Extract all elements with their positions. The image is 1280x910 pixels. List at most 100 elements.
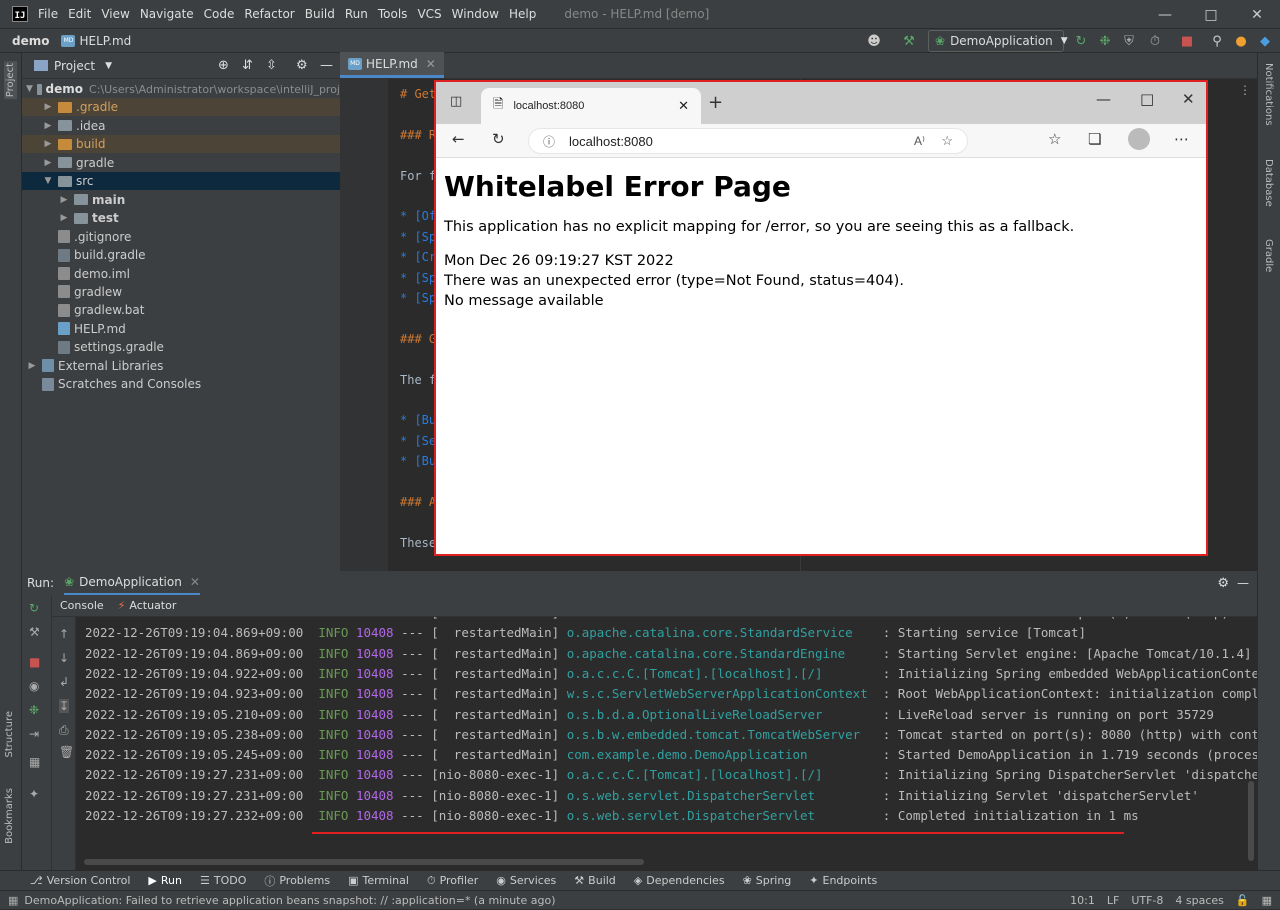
layout-icon[interactable]: ▦ — [29, 755, 40, 769]
tree-item[interactable]: settings.gradle — [22, 338, 340, 356]
minimize-button[interactable]: — — [1142, 0, 1188, 29]
tool-tab-database[interactable]: Database — [1263, 159, 1274, 207]
tree-item[interactable]: ▶ External Libraries — [22, 357, 340, 375]
hide-pane-icon[interactable]: — — [1237, 576, 1249, 590]
line-separator[interactable]: LF — [1107, 894, 1119, 907]
code-line[interactable]: ### G — [400, 332, 436, 346]
tree-item[interactable]: .gitignore — [22, 228, 340, 246]
tool-button-terminal[interactable]: ▣ Terminal — [348, 874, 409, 887]
tool-button-dependencies[interactable]: ◈ Dependencies — [634, 874, 725, 887]
tree-root[interactable]: ▼ demo C:\Users\Administrator\workspace\… — [22, 80, 340, 98]
scroll-to-end-icon[interactable]: ↧ — [59, 699, 70, 713]
expand-all-icon[interactable]: ⇵ — [242, 58, 253, 73]
close-window-button[interactable]: ✕ — [1234, 0, 1280, 29]
close-tab-icon[interactable]: ✕ — [426, 57, 436, 71]
run-tab[interactable]: ❀ DemoApplication ✕ — [64, 571, 200, 595]
tree-item[interactable]: ▶ .gradle — [22, 98, 340, 117]
print-icon[interactable]: ⎙ — [59, 723, 69, 738]
breadcrumb-file[interactable]: MD HELP.md — [61, 34, 131, 48]
menu-tools[interactable]: Tools — [378, 7, 408, 21]
tree-item[interactable]: Scratches and Consoles — [22, 375, 340, 393]
menu-build[interactable]: Build — [305, 7, 335, 21]
console-output[interactable]: 2022-12-26T09:19:04.860+09:00 INFO 10408… — [76, 617, 1257, 857]
tree-item[interactable]: gradlew.bat — [22, 301, 340, 319]
add-favorite-icon[interactable]: ☆ — [941, 133, 953, 149]
code-line[interactable]: The f — [400, 373, 436, 387]
code-line[interactable]: * [Se — [400, 434, 436, 448]
debug-icon[interactable]: ❉ — [29, 703, 39, 717]
menu-refactor[interactable]: Refactor — [244, 7, 294, 21]
tool-button-todo[interactable]: ☰ TODO — [200, 874, 246, 887]
build-hammer-icon[interactable]: ⚒ — [900, 32, 918, 50]
info-icon[interactable]: ⓘ — [543, 133, 555, 150]
run-configuration-select[interactable]: ❀ DemoApplication ▼ — [928, 30, 1068, 52]
status-layout-icon[interactable]: ▦ — [8, 894, 18, 907]
tree-item[interactable]: gradlew — [22, 283, 340, 301]
more-options-icon[interactable]: ⋮ — [1239, 83, 1251, 97]
file-encoding[interactable]: UTF-8 — [1131, 894, 1163, 907]
tree-item[interactable]: ▶ main — [22, 191, 340, 209]
clear-console-icon[interactable]: 🗑 — [59, 745, 74, 759]
tree-item[interactable]: HELP.md — [22, 320, 340, 338]
code-line[interactable]: * [Cr — [400, 250, 436, 264]
browser-tab[interactable]: 🗎 localhost:8080 ✕ — [481, 88, 701, 124]
refresh-icon[interactable]: ↻ — [492, 130, 505, 148]
subtab-console[interactable]: Console — [60, 599, 104, 612]
locate-file-icon[interactable]: ⊕ — [218, 58, 229, 73]
code-line[interactable]: ### R — [400, 128, 436, 142]
breadcrumb-project[interactable]: demo — [12, 34, 49, 48]
tree-item[interactable]: demo.iml — [22, 265, 340, 283]
code-line[interactable]: # Get — [400, 87, 436, 101]
menu-vcs[interactable]: VCS — [417, 7, 441, 21]
plugin-icon[interactable]: ◆ — [1256, 32, 1274, 50]
tool-button-profiler[interactable]: ⏱ Profiler — [427, 874, 478, 888]
debug-icon[interactable]: ❉ — [1096, 32, 1114, 50]
cursor-position[interactable]: 10:1 — [1070, 894, 1095, 907]
search-icon[interactable]: ⚲ — [1208, 32, 1226, 50]
favorites-icon[interactable]: ☆ — [1048, 130, 1061, 148]
rerun-icon[interactable]: ↻ — [1072, 32, 1090, 50]
read-aloud-icon[interactable]: A⁾ — [914, 134, 925, 148]
exit-icon[interactable]: ⇥ — [29, 727, 39, 741]
tool-button-problems[interactable]: ⓘ Problems — [264, 873, 330, 889]
tool-button-services[interactable]: ◉ Services — [496, 874, 556, 887]
url-input[interactable]: ⓘ localhost:8080 A⁾ ☆ — [528, 128, 968, 154]
scroll-down-icon[interactable]: ↓ — [59, 651, 69, 665]
tree-item[interactable]: ▶ .idea — [22, 117, 340, 135]
gear-icon[interactable]: ⚙ — [1217, 576, 1229, 591]
tree-item[interactable]: ▶ gradle — [22, 154, 340, 172]
camera-icon[interactable]: ◉ — [29, 679, 39, 693]
menu-file[interactable]: File — [38, 7, 58, 21]
modify-config-icon[interactable]: ⚒ — [29, 625, 40, 639]
minimize-button[interactable]: — — [1096, 90, 1111, 108]
tool-tab-gradle[interactable]: Gradle — [1263, 239, 1274, 272]
project-pane-title[interactable]: Project — [54, 59, 95, 73]
subtab-actuator[interactable]: ⚡ Actuator — [118, 599, 177, 612]
tool-button-build[interactable]: ⚒ Build — [574, 874, 616, 887]
chevron-down-icon[interactable]: ▼ — [105, 61, 112, 71]
tool-tab-notifications[interactable]: Notifications — [1263, 63, 1274, 126]
editor-tab-help-md[interactable]: MD HELP.md ✕ — [340, 52, 444, 78]
profile-icon[interactable]: ⏱ — [1144, 32, 1166, 50]
code-line[interactable]: * [Of — [400, 209, 436, 223]
stop-icon[interactable]: ■ — [29, 655, 40, 669]
coverage-icon[interactable]: ⛨ — [1120, 32, 1138, 50]
lock-icon[interactable]: 🔓 — [1236, 894, 1250, 907]
menu-run[interactable]: Run — [345, 7, 368, 21]
rerun-icon[interactable]: ↻ — [29, 601, 39, 615]
memory-icon[interactable]: ▦ — [1262, 894, 1272, 907]
tool-button-version-control[interactable]: ⎇ Version Control — [30, 874, 130, 887]
tab-actions-icon[interactable]: ◫ — [450, 94, 462, 109]
user-account-icon[interactable]: ☻ — [862, 32, 886, 50]
close-window-button[interactable]: ✕ — [1182, 90, 1195, 108]
tool-button-run[interactable]: ▶ Run — [148, 874, 182, 887]
new-tab-icon[interactable]: + — [708, 92, 723, 113]
status-message[interactable]: DemoApplication: Failed to retrieve appl… — [24, 894, 555, 907]
back-icon[interactable]: ← — [452, 130, 465, 148]
horizontal-scrollbar[interactable] — [84, 859, 644, 865]
menu-code[interactable]: Code — [204, 7, 235, 21]
code-line[interactable]: * [Sp — [400, 230, 436, 244]
tree-item[interactable]: ▶ test — [22, 209, 340, 227]
update-icon[interactable]: ● — [1232, 32, 1250, 50]
gear-icon[interactable]: ⚙ — [296, 58, 308, 73]
